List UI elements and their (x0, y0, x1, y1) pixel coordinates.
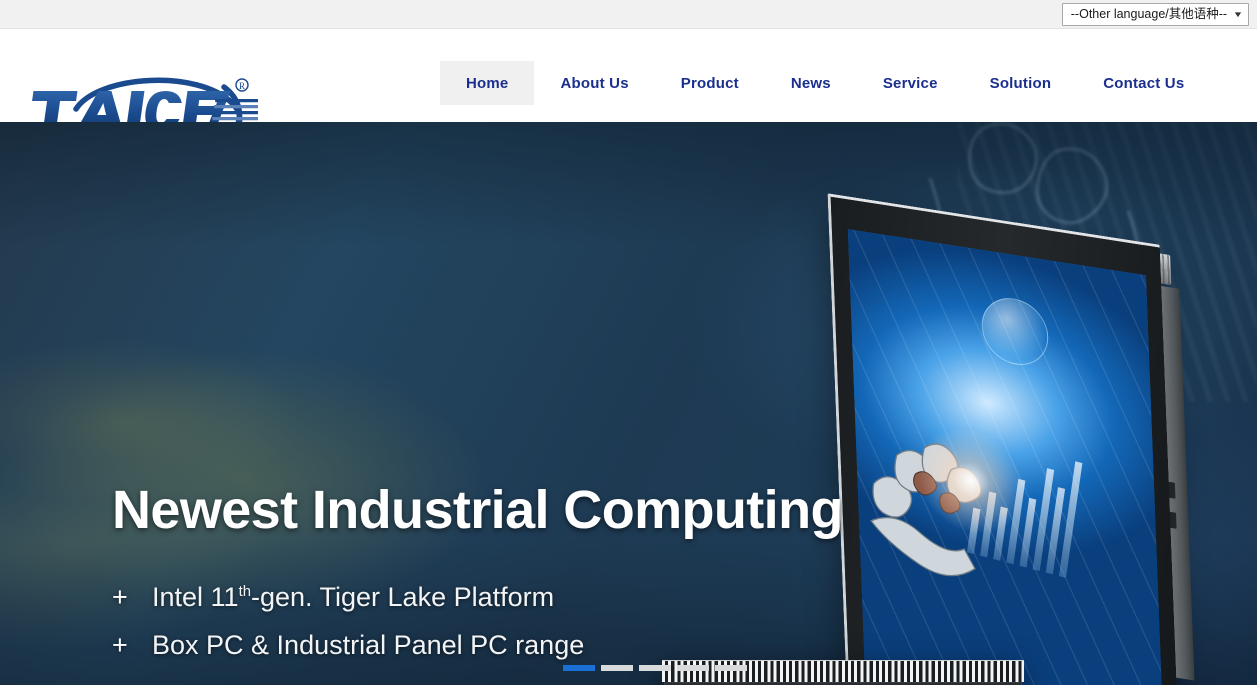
registered-trademark-icon: R (235, 78, 249, 92)
hero-feature-item: + Box PC & Industrial Panel PC range (112, 630, 584, 678)
nav-label: Contact Us (1103, 74, 1185, 92)
box-pc-heatsink-fins (662, 660, 1024, 682)
hero-feature-label: Intel 11th-gen. Tiger Lake Platform (152, 582, 554, 613)
hero-feature-item: + Intel 11th-gen. Tiger Lake Platform (112, 582, 584, 630)
feature-text-part: -gen. Tiger Lake Platform (250, 582, 555, 612)
panel-pc-screen (847, 229, 1163, 685)
carousel-indicator-1[interactable] (563, 665, 595, 671)
nav-label: Solution (989, 74, 1052, 92)
feature-text-part: Box PC & Industrial Panel PC range (152, 630, 585, 660)
main-navigation: Home About Us Product News Service Solut… (440, 61, 1210, 105)
carousel-indicators (563, 665, 747, 671)
panel-pc-bezel (827, 193, 1179, 685)
carousel-indicator-5[interactable] (715, 665, 747, 671)
nav-label: Home (466, 74, 509, 92)
nav-item-about-us[interactable]: About Us (534, 61, 654, 105)
nav-item-news[interactable]: News (765, 61, 857, 105)
chevron-down-icon: ▼ (1232, 9, 1244, 19)
nav-item-contact-us[interactable]: Contact Us (1077, 61, 1210, 105)
nav-label: About Us (560, 74, 629, 92)
language-select-value: --Other language/其他语种-- (1070, 7, 1228, 22)
hero-carousel-slide: ⏻ HDD PWR USB USB CAN (0, 122, 1257, 685)
plus-icon: + (112, 630, 128, 660)
plus-icon: + (112, 582, 128, 612)
nav-label: Service (882, 74, 938, 92)
nav-item-home[interactable]: Home (440, 61, 535, 105)
feature-superscript: th (238, 584, 251, 600)
product-box-pc-image: ⏻ HDD PWR USB USB CAN (648, 660, 1030, 685)
nav-item-solution[interactable]: Solution (964, 61, 1078, 105)
top-language-bar: --Other language/其他语种-- ▼ (0, 0, 1257, 29)
carousel-indicator-3[interactable] (639, 665, 671, 671)
hero-feature-label: Box PC & Industrial Panel PC range (152, 630, 584, 661)
carousel-indicator-2[interactable] (601, 665, 633, 671)
carousel-indicator-4[interactable] (677, 665, 709, 671)
nav-item-product[interactable]: Product (655, 61, 765, 105)
nav-item-service[interactable]: Service (857, 61, 964, 105)
feature-text-part: Intel 11 (152, 582, 239, 612)
svg-text:R: R (239, 81, 245, 91)
language-select[interactable]: --Other language/其他语种-- ▼ (1061, 3, 1249, 26)
site-header: R Home About Us Product News Service Sol… (0, 29, 1257, 134)
nav-label: News (790, 74, 831, 92)
hero-headline: Newest Industrial Computing (112, 480, 843, 540)
page-root: --Other language/其他语种-- ▼ R Home About U… (0, 0, 1257, 685)
nav-label: Product (680, 74, 739, 92)
hero-feature-list: + Intel 11th-gen. Tiger Lake Platform + … (112, 582, 584, 678)
product-panel-pc-image (827, 193, 1217, 685)
